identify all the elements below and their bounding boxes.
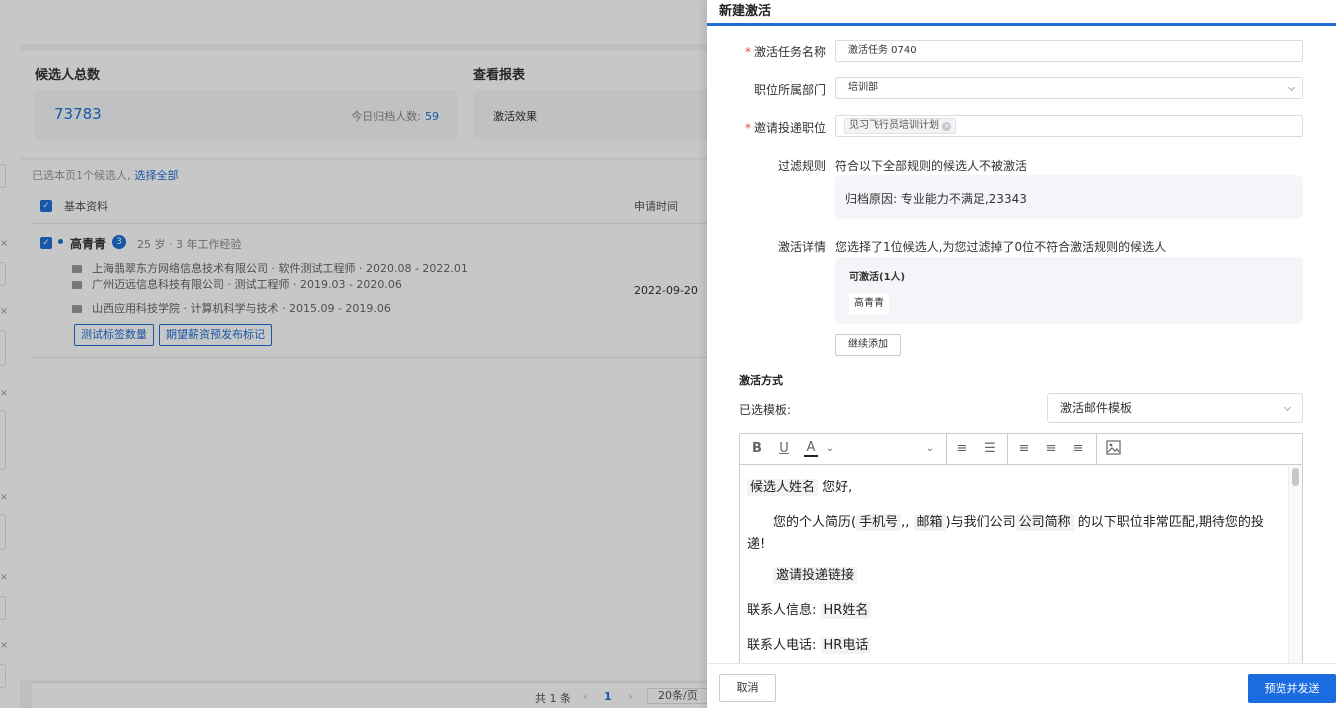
task-name-label-text: 激活任务名称 <box>753 45 826 59</box>
body-text: 您的个人简历( <box>773 515 857 530</box>
drawer-footer: 取消 预览并发送 <box>707 663 1336 708</box>
activation-method-title: 激活方式 <box>739 374 783 387</box>
position-select[interactable]: 见习飞行员培训计划 × <box>835 115 1303 137</box>
filter-rule-text: 归档原因: 专业能力不满足,23343 <box>845 192 1027 206</box>
task-name-label: * 激活任务名称 <box>745 43 826 60</box>
body-text: )与我们公司 <box>945 515 1016 530</box>
activatable-count: 可激活(1人) <box>849 272 906 283</box>
bold-button[interactable]: B <box>750 440 764 458</box>
bullet-list-icon[interactable]: ☰ <box>982 440 998 458</box>
position-label-text: 邀请投递职位 <box>753 121 826 135</box>
drawer-title: 新建激活 <box>719 4 772 19</box>
editor-content[interactable]: 候选人姓名 您好, 您的个人简历(手机号,, 邮箱)与我们公司 公司简称 的以下职… <box>740 465 1290 663</box>
image-icon[interactable] <box>1105 440 1121 458</box>
required-mark: * <box>744 45 751 59</box>
contact-label: 联系人信息: <box>747 603 817 618</box>
hr-phone-variable[interactable]: HR电话 <box>820 637 872 654</box>
toolbar-divider <box>1007 434 1008 464</box>
filter-rules-desc: 符合以下全部规则的候选人不被激活 <box>835 159 1028 173</box>
template-value: 激活邮件模板 <box>1060 401 1133 415</box>
align-center-icon[interactable]: ≡ <box>1043 440 1059 458</box>
chevron-down-icon <box>1283 403 1292 412</box>
position-chip[interactable]: 见习飞行员培训计划 × <box>844 118 956 134</box>
editor-body-paragraph: 您的个人简历(手机号,, 邮箱)与我们公司 公司简称 的以下职位非常匹配,期待您的… <box>747 512 1281 556</box>
cancel-button[interactable]: 取消 <box>719 674 776 702</box>
position-chip-text: 见习飞行员培训计划 <box>849 120 939 131</box>
phone-variable[interactable]: 手机号 <box>856 514 902 531</box>
toolbar-divider <box>1096 434 1097 464</box>
chevron-down-icon[interactable]: ⌄ <box>824 440 836 458</box>
underline-button[interactable]: U <box>777 440 791 458</box>
department-select[interactable]: 培训部 <box>835 77 1303 99</box>
department-value: 培训部 <box>848 82 878 93</box>
add-more-button[interactable]: 继续添加 <box>835 334 901 356</box>
new-activation-drawer: 新建激活 * 激活任务名称 激活任务 0740 职位所属部门 培训部 * 邀请投递职… <box>707 0 1336 708</box>
preview-send-button[interactable]: 预览并发送 <box>1248 674 1336 703</box>
editor-greeting: 候选人姓名 您好, <box>747 477 1281 499</box>
email-variable[interactable]: 邮箱 <box>913 514 946 531</box>
align-right-icon[interactable]: ≡ <box>1070 440 1086 458</box>
toolbar-divider <box>946 434 947 464</box>
position-label: * 邀请投递职位 <box>745 119 826 136</box>
candidate-name-variable[interactable]: 候选人姓名 <box>747 479 819 496</box>
align-left-icon[interactable]: ≡ <box>1016 440 1032 458</box>
task-name-input[interactable]: 激活任务 0740 <box>835 40 1303 62</box>
font-color-button[interactable]: A <box>804 441 818 457</box>
template-select[interactable]: 激活邮件模板 <box>1047 393 1303 423</box>
ordered-list-icon[interactable]: ≡ <box>954 440 970 458</box>
body-text: ,, <box>901 515 910 530</box>
filter-rules-label: 过滤规则 <box>777 159 826 173</box>
contact-phone-label: 联系人电话: <box>747 638 817 653</box>
editor-toolbar: B U A ⌄ ⌄ ≡ ☰ ≡ ≡ ≡ <box>740 434 1302 465</box>
close-icon[interactable]: × <box>942 122 951 131</box>
required-mark: * <box>744 121 751 135</box>
invite-link-variable[interactable]: 邀请投递链接 <box>773 567 858 584</box>
editor-phone-paragraph: 联系人电话: HR电话 <box>747 635 1281 657</box>
filter-rules-panel: 归档原因: 专业能力不满足,23343 <box>835 175 1303 219</box>
template-label: 已选模板: <box>739 403 792 417</box>
chevron-down-icon <box>1287 83 1296 92</box>
editor-link-paragraph: 邀请投递链接 <box>747 565 1281 587</box>
department-label: 职位所属部门 <box>753 83 826 97</box>
activatable-panel: 可激活(1人) 高青青 <box>835 257 1303 324</box>
greeting-text: 您好, <box>822 480 853 495</box>
editor-scrollbar[interactable] <box>1288 465 1302 663</box>
drawer-body: * 激活任务名称 激活任务 0740 职位所属部门 培训部 * 邀请投递职位 见习飞… <box>707 26 1336 663</box>
scrollbar-thumb[interactable] <box>1292 468 1299 486</box>
chevron-down-icon[interactable]: ⌄ <box>924 440 936 458</box>
activation-details-label: 激活详情 <box>777 240 826 254</box>
editor-contact-paragraph: 联系人信息: HR姓名 <box>747 600 1281 622</box>
drawer-header: 新建激活 <box>707 0 1336 26</box>
activatable-candidate: 高青青 <box>849 293 889 315</box>
activation-details-desc: 您选择了1位候选人,为您过滤掉了0位不符合激活规则的候选人 <box>835 240 1167 254</box>
rich-text-editor[interactable]: B U A ⌄ ⌄ ≡ ☰ ≡ ≡ ≡ 候选人姓名 您好, 您的个人简历(手机号… <box>739 433 1303 663</box>
company-variable[interactable]: 公司简称 <box>1015 514 1074 531</box>
hr-name-variable[interactable]: HR姓名 <box>820 602 872 619</box>
